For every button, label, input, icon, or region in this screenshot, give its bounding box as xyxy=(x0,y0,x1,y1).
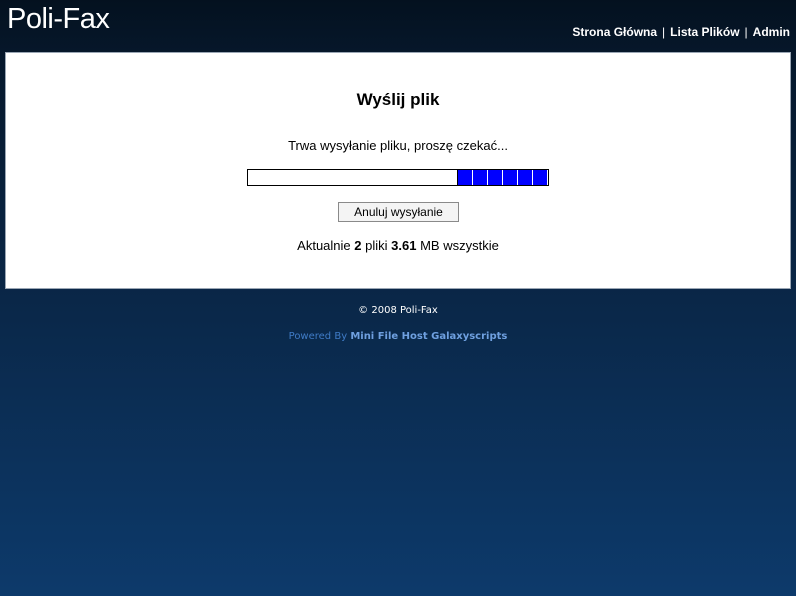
copyright-text: © 2008 Poli-Fax xyxy=(358,305,438,316)
files-summary: Aktualnie 2 pliki 3.61 MB wszystkie xyxy=(6,238,790,253)
upload-progress-bar xyxy=(247,169,549,186)
page-title: Wyślij plik xyxy=(356,90,440,109)
upload-panel: Wyślij plik Trwa wysyłanie pliku, proszę… xyxy=(5,52,791,289)
summary-files-word: pliki xyxy=(365,238,388,253)
nav-separator: | xyxy=(662,25,666,39)
top-nav: Strona Główna | Lista Plików | Admin xyxy=(572,25,790,39)
nav-separator: | xyxy=(744,25,748,39)
file-count: 2 xyxy=(354,238,362,253)
powered-by: Powered By Mini File Host Galaxyscripts xyxy=(0,331,796,342)
upload-progress-fill xyxy=(457,170,548,185)
total-size: 3.61 xyxy=(391,238,417,253)
nav-link-file-list[interactable]: Lista Plików xyxy=(670,25,739,39)
cancel-upload-button[interactable]: Anuluj wysyłanie xyxy=(338,202,459,222)
powered-by-link[interactable]: Mini File Host Galaxyscripts xyxy=(350,331,507,342)
nav-link-admin[interactable]: Admin xyxy=(753,25,790,39)
site-logo[interactable]: Poli-Fax xyxy=(7,3,110,36)
powered-prefix: Powered By xyxy=(288,331,348,342)
upload-status-text: Trwa wysyłanie pliku, proszę czekać... xyxy=(288,138,508,153)
nav-link-home[interactable]: Strona Główna xyxy=(572,25,657,39)
summary-suffix: MB wszystkie xyxy=(420,238,499,253)
summary-prefix: Aktualnie xyxy=(297,238,351,253)
